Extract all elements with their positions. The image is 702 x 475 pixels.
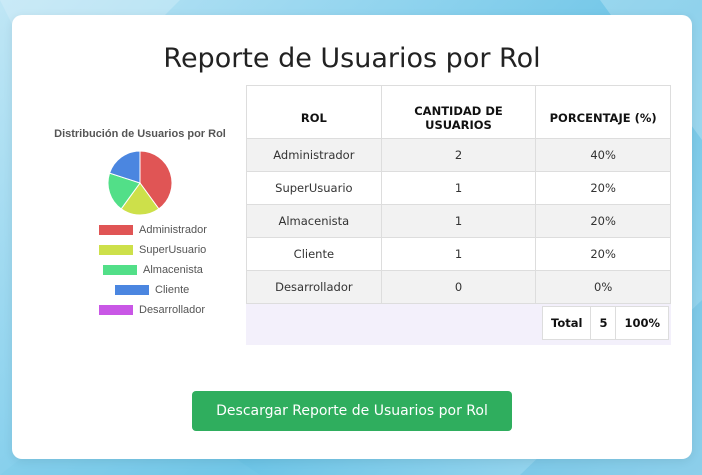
cell-rol: SuperUsuario bbox=[246, 171, 382, 205]
cell-cantidad: 0 bbox=[380, 270, 537, 304]
table-row: Almacenista 1 20% bbox=[246, 204, 671, 238]
pie-svg bbox=[108, 151, 172, 215]
chart-title: Distribución de Usuarios por Rol bbox=[54, 128, 226, 140]
pie-chart: Distribución de Usuarios por Rol Adminis… bbox=[50, 123, 230, 343]
header-rol: ROL bbox=[246, 85, 382, 139]
cell-rol: Cliente bbox=[246, 237, 382, 271]
legend-label: Cliente bbox=[155, 284, 190, 296]
legend-item-superusuario[interactable]: SuperUsuario bbox=[99, 243, 206, 257]
page-title: Reporte de Usuarios por Rol bbox=[163, 43, 541, 74]
total-cantidad: 5 bbox=[590, 306, 617, 340]
cell-rol: Desarrollador bbox=[246, 270, 382, 304]
cell-porcentaje: 20% bbox=[535, 204, 671, 238]
cell-porcentaje: 40% bbox=[535, 138, 671, 172]
report-table: ROL CANTIDAD DE USUARIOS PORCENTAJE (%) … bbox=[246, 85, 671, 304]
cell-porcentaje: 0% bbox=[535, 270, 671, 304]
cell-rol: Administrador bbox=[246, 138, 382, 172]
legend-item-administrador[interactable]: Administrador bbox=[99, 223, 207, 237]
header-porcentaje: PORCENTAJE (%) bbox=[535, 85, 671, 139]
download-report-button[interactable]: Descargar Reporte de Usuarios por Rol bbox=[192, 391, 512, 431]
legend-label: Administrador bbox=[139, 224, 207, 236]
legend-item-desarrollador[interactable]: Desarrollador bbox=[99, 303, 205, 317]
table-row: Desarrollador 0 0% bbox=[246, 270, 671, 304]
legend-item-almacenista[interactable]: Almacenista bbox=[103, 263, 203, 277]
legend-item-cliente[interactable]: Cliente bbox=[115, 283, 189, 297]
cell-cantidad: 1 bbox=[380, 237, 537, 271]
header-cantidad: CANTIDAD DE USUARIOS bbox=[380, 85, 537, 139]
legend-swatch bbox=[99, 225, 133, 235]
legend-swatch bbox=[99, 305, 133, 315]
total-porcentaje: 100% bbox=[615, 306, 669, 340]
table-row: Administrador 2 40% bbox=[246, 138, 671, 172]
legend-swatch bbox=[99, 245, 133, 255]
cell-porcentaje: 20% bbox=[535, 237, 671, 271]
table-row: SuperUsuario 1 20% bbox=[246, 171, 671, 205]
cell-cantidad: 2 bbox=[380, 138, 537, 172]
totals-row: Total 5 100% bbox=[542, 306, 669, 340]
report-card: Reporte de Usuarios por Rol Distribución… bbox=[12, 15, 692, 459]
legend-label: SuperUsuario bbox=[139, 244, 207, 256]
legend-label: Desarrollador bbox=[139, 304, 206, 316]
legend-swatch bbox=[103, 265, 137, 275]
legend-swatch bbox=[115, 285, 149, 295]
cell-cantidad: 1 bbox=[380, 171, 537, 205]
cell-rol: Almacenista bbox=[246, 204, 382, 238]
totals-area: Total 5 100% bbox=[246, 304, 671, 345]
table-row: Cliente 1 20% bbox=[246, 237, 671, 271]
totals-table: Total 5 100% bbox=[542, 306, 669, 340]
cell-porcentaje: 20% bbox=[535, 171, 671, 205]
cell-cantidad: 1 bbox=[380, 204, 537, 238]
total-label: Total bbox=[542, 306, 592, 340]
legend-label: Almacenista bbox=[143, 264, 203, 276]
